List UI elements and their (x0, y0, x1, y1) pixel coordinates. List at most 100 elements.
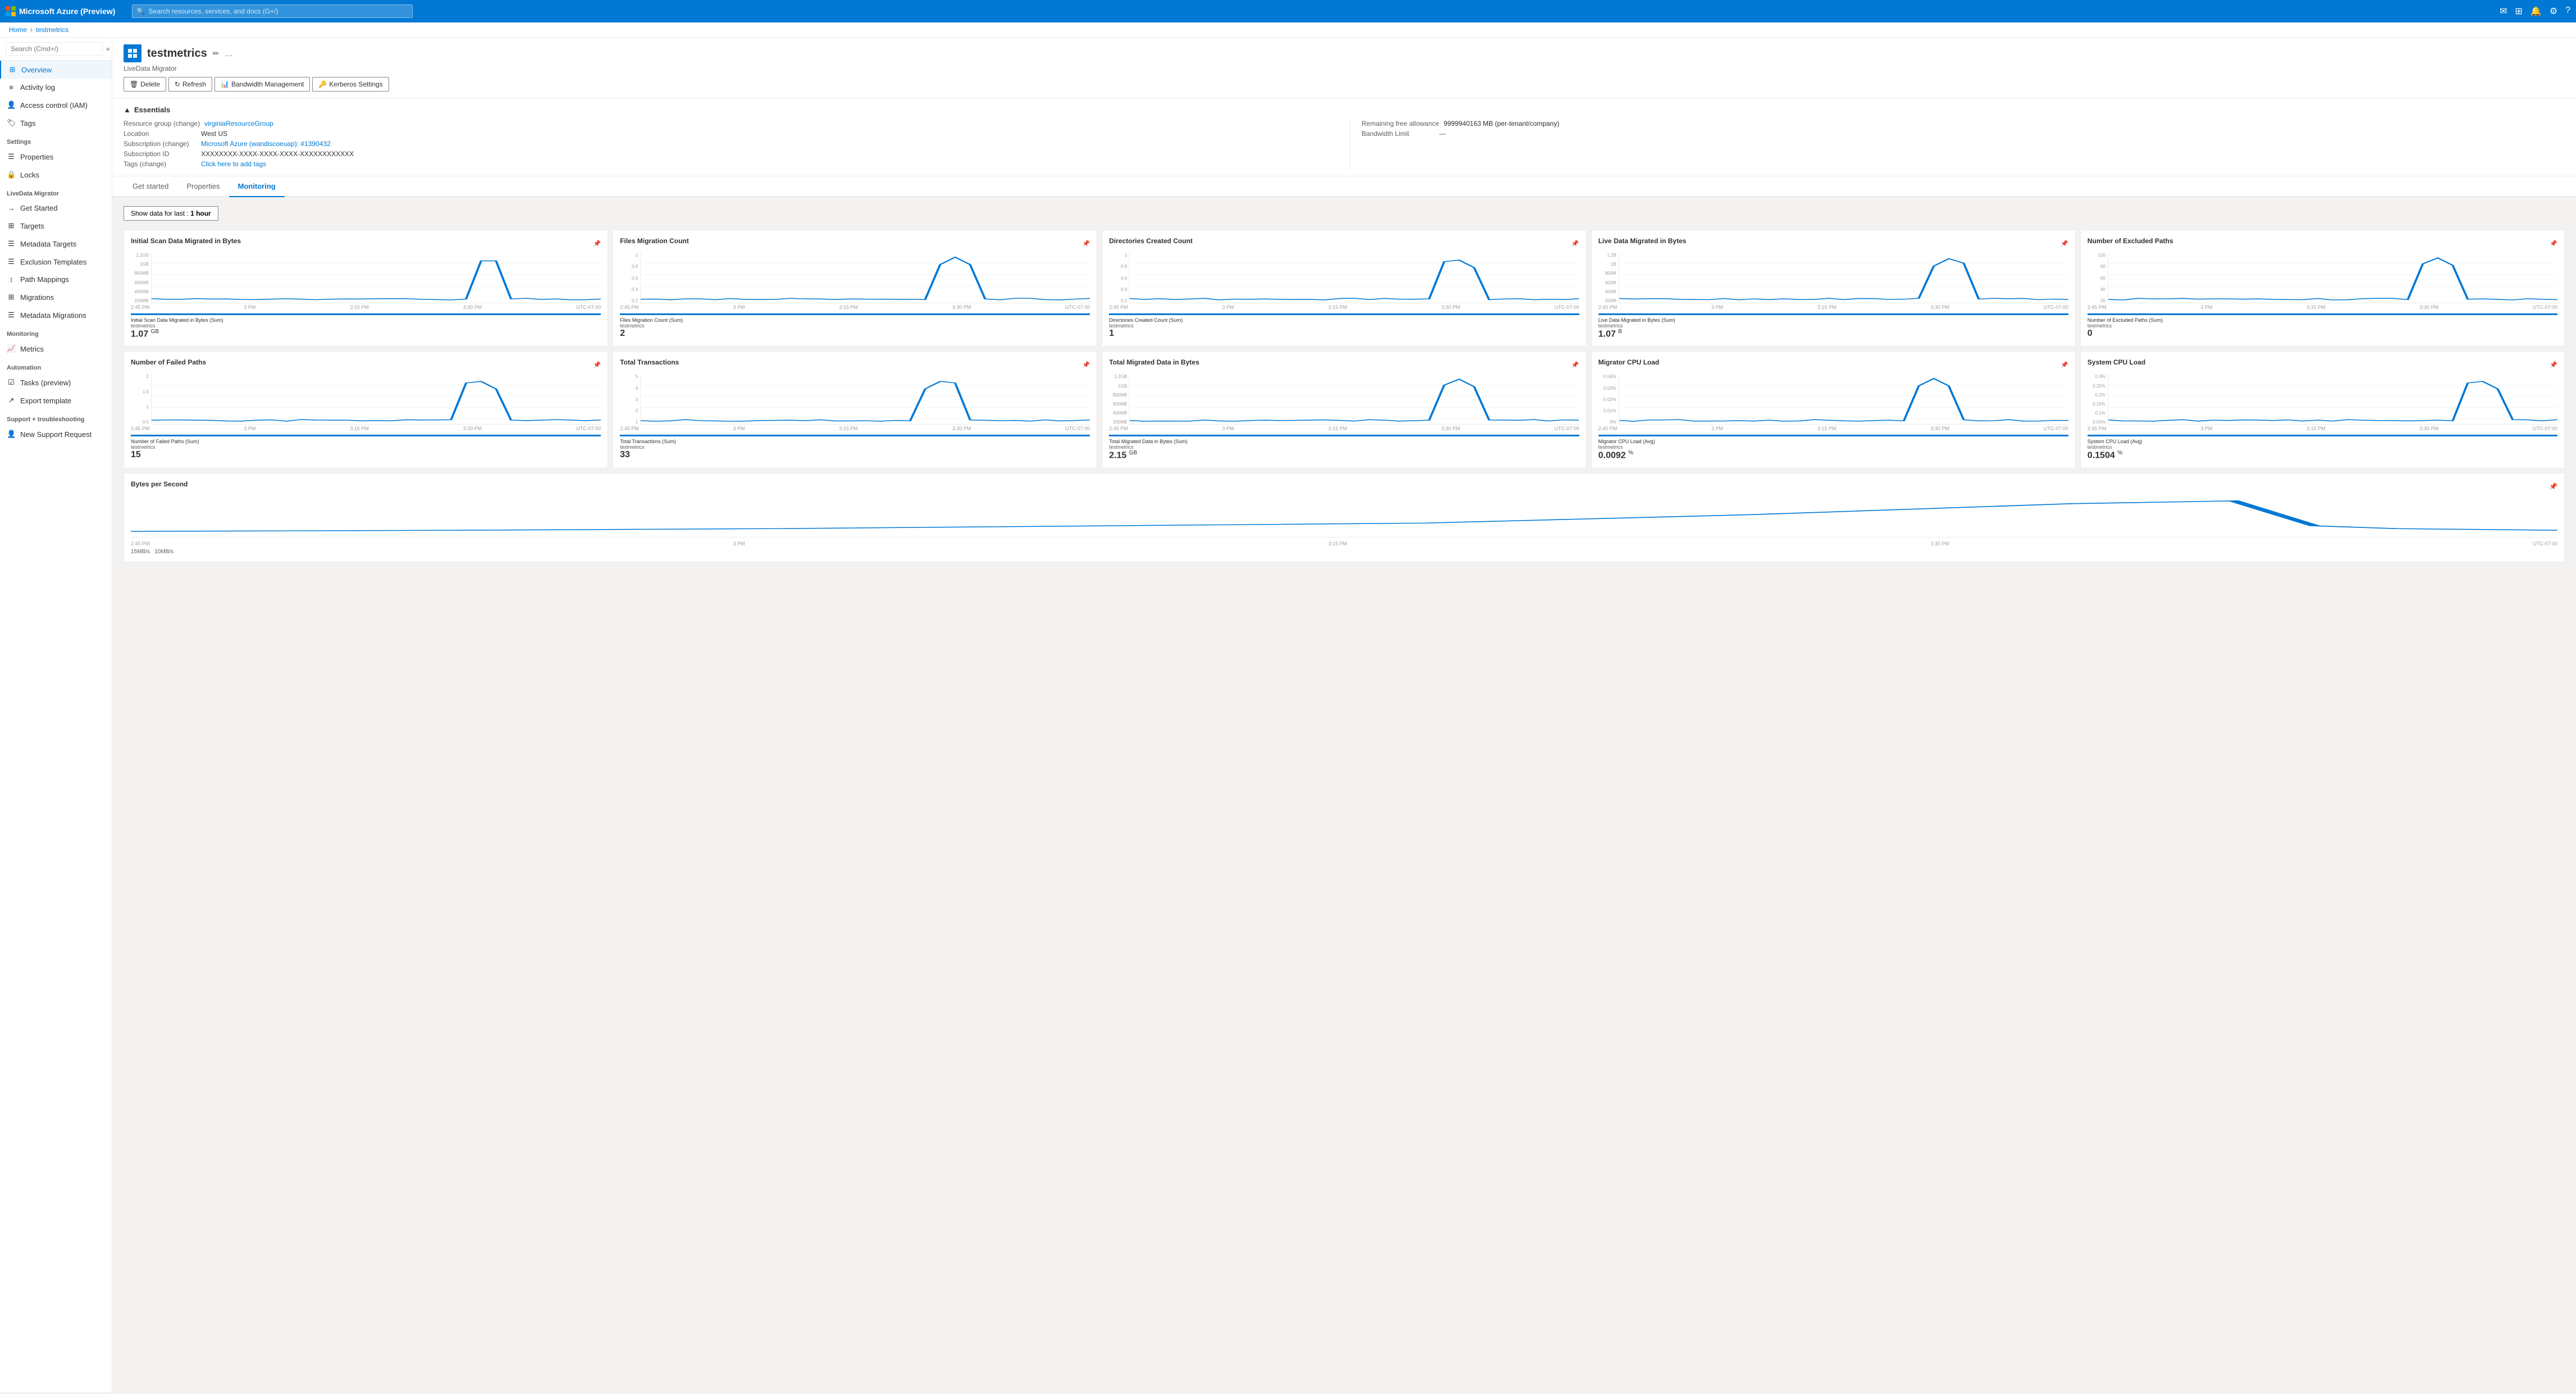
essentials-header[interactable]: ▲ Essentials (124, 106, 2565, 114)
show-data-button[interactable]: Show data for last : 1 hour (124, 206, 218, 221)
chart-wrapper: 1.2B1B800M600M400M200M (1598, 253, 2068, 303)
tags-value[interactable]: Click here to add tags (201, 160, 266, 168)
sidebar-item-overview[interactable]: ⊞ Overview (0, 61, 112, 79)
chart-metric-value: 0.0092 % (1598, 450, 2068, 461)
chart-wrapper: 10.80.60.40.2 (620, 253, 1090, 303)
chart-pin-icon[interactable]: 📌 (1083, 361, 1090, 368)
sidebar-item-access-control[interactable]: 👤 Access control (IAM) (0, 96, 112, 114)
chart-x-labels: 2:45 PM3 PM3:15 PM3:30 PMUTC-07:00 (131, 304, 601, 310)
chart-metric-value: 33 (620, 450, 1090, 460)
chart-pin-icon[interactable]: 📌 (593, 240, 601, 247)
search-input[interactable] (132, 4, 413, 18)
bandwidth-button[interactable]: 📊 Bandwidth Management (214, 77, 310, 92)
sidebar-search-container: « (0, 38, 112, 61)
chart-footer: Migrator CPU Load (Avg)testmetrics0.0092… (1598, 435, 2068, 461)
chart-card: Number of Excluded Paths📌100806040202:45… (2080, 230, 2565, 347)
chart-title: Number of Excluded Paths (2088, 237, 2173, 245)
essentials-left: Resource group (change) virginiaResource… (124, 119, 1339, 169)
directory-icon[interactable]: ⊞ (2515, 6, 2522, 17)
sidebar-search-input[interactable] (6, 42, 103, 56)
tabs-bar: Get started Properties Monitoring (112, 176, 2576, 197)
bps-x-labels: 2:45 PM 3 PM 3:15 PM 3:30 PM UTC-07:00 (131, 541, 2557, 546)
bps-pin-icon[interactable]: 📌 (2549, 482, 2557, 490)
chart-y-labels: 21.510.5 (131, 374, 149, 425)
chart-metric-value: 1 (1109, 329, 1579, 339)
breadcrumb: Home › testmetrics (0, 22, 2576, 38)
chart-pin-icon[interactable]: 📌 (2550, 361, 2557, 368)
sidebar-item-activity-log[interactable]: ≡ Activity log (0, 79, 112, 96)
chart-pin-icon[interactable]: 📌 (2061, 361, 2068, 368)
essentials-remaining-row: Remaining free allowance 9999940163 MB (… (1362, 119, 2565, 129)
help-icon[interactable]: ? (2565, 6, 2570, 17)
tab-monitoring[interactable]: Monitoring (229, 176, 285, 197)
subscription-value[interactable]: Microsoft Azure (wandiscoeuap): #1390432 (201, 140, 331, 148)
sidebar-item-properties[interactable]: ☰ Properties (0, 148, 112, 166)
chart-svg-container (640, 253, 1090, 303)
resource-subtitle: LiveData Migrator (124, 65, 2565, 72)
breadcrumb-home[interactable]: Home (9, 26, 27, 34)
chart-x-labels: 2:45 PM3 PM3:15 PM3:30 PMUTC-07:00 (131, 426, 601, 431)
tasks-icon: ☑ (7, 378, 16, 387)
sidebar-item-tags[interactable]: 🏷 Tags (0, 114, 112, 132)
resource-edit-icon[interactable]: ✏ (213, 49, 220, 58)
sidebar-item-metrics[interactable]: 📈 Metrics (0, 340, 112, 358)
sidebar-item-path-mappings[interactable]: ↕ Path Mappings (0, 271, 112, 288)
chart-pin-icon[interactable]: 📌 (1572, 361, 1579, 368)
chart-y-labels: 10080604020 (2088, 253, 2105, 303)
chart-metric-label: Total Transactions (Sum) (620, 439, 1090, 444)
chart-pin-icon[interactable]: 📌 (1572, 240, 1579, 247)
bell-icon[interactable]: 🔔 (2531, 6, 2542, 17)
essentials-location-row: Location West US (124, 129, 1339, 139)
resource-actions: 🗑 Delete ↻ Refresh 📊 Bandwidth Managemen… (124, 77, 2565, 92)
chart-footer: Live Data Migrated in Bytes (Sum)testmet… (1598, 313, 2068, 339)
resource-group-value[interactable]: virginiaResourceGroup (204, 120, 273, 127)
support-icon: 👤 (7, 430, 16, 439)
chart-metric-label: Number of Failed Paths (Sum) (131, 439, 601, 444)
delete-button[interactable]: 🗑 Delete (124, 77, 166, 92)
tab-properties[interactable]: Properties (177, 176, 229, 197)
sidebar-item-metadata-targets[interactable]: ☰ Metadata Targets (0, 235, 112, 253)
chart-pin-icon[interactable]: 📌 (593, 361, 601, 368)
chart-pin-icon[interactable]: 📌 (1083, 240, 1090, 247)
search-bar[interactable]: 🔍 (132, 4, 413, 18)
kerberos-icon: 🔑 (318, 80, 327, 88)
chart-y-labels: 0.3%0.25%0.2%0.15%0.1%0.05% (2088, 374, 2105, 425)
chart-card: Total Transactions📌543212:45 PM3 PM3:15 … (613, 351, 1097, 468)
bps-chart-title: Bytes per Second (131, 480, 188, 488)
chart-title: Total Transactions (620, 358, 679, 366)
sidebar-item-export-template[interactable]: ↗ Export template (0, 391, 112, 409)
gear-icon[interactable]: ⚙ (2550, 6, 2557, 17)
chart-wrapper: 54321 (620, 374, 1090, 425)
chart-pin-icon[interactable]: 📌 (2061, 240, 2068, 247)
tab-get-started[interactable]: Get started (124, 176, 177, 197)
sidebar-item-tasks[interactable]: ☑ Tasks (preview) (0, 373, 112, 391)
chart-metric-sub: testmetrics (1598, 323, 2068, 329)
sidebar-item-locks[interactable]: 🔒 Locks (0, 166, 112, 184)
sidebar-item-new-support[interactable]: 👤 New Support Request (0, 425, 112, 443)
sidebar-item-metadata-migrations[interactable]: ☰ Metadata Migrations (0, 306, 112, 324)
chart-metric-label: Total Migrated Data in Bytes (Sum) (1109, 439, 1579, 444)
refresh-button[interactable]: ↻ Refresh (168, 77, 212, 92)
locks-icon: 🔒 (7, 170, 16, 179)
chart-metric-label: Directories Created Count (Sum) (1109, 317, 1579, 323)
chart-metric-sub: testmetrics (2088, 444, 2557, 450)
sidebar-item-migrations[interactable]: ⊞ Migrations (0, 288, 112, 306)
chart-metric-sub: testmetrics (1109, 323, 1579, 329)
chart-pin-icon[interactable]: 📌 (2550, 240, 2557, 247)
essentials-tags-row: Tags (change) Click here to add tags (124, 159, 1339, 169)
chart-x-labels: 2:45 PM3 PM3:15 PM3:30 PMUTC-07:00 (2088, 426, 2557, 431)
email-icon[interactable]: ✉ (2500, 6, 2507, 17)
essentials-title: Essentials (134, 106, 170, 114)
chart-wrapper: 0.3%0.25%0.2%0.15%0.1%0.05% (2088, 374, 2557, 425)
sidebar-item-targets[interactable]: ⊞ Targets (0, 217, 112, 235)
resource-more-icon[interactable]: … (225, 49, 232, 58)
sidebar-collapse-icon[interactable]: « (106, 45, 110, 53)
refresh-label: Refresh (182, 80, 206, 88)
kerberos-button[interactable]: 🔑 Kerberos Settings (312, 77, 389, 92)
chart-metric-value: 1.07 B (1598, 329, 2068, 339)
chart-x-labels: 2:45 PM3 PM3:15 PM3:30 PMUTC-07:00 (620, 304, 1090, 310)
sidebar-item-get-started[interactable]: → Get Started (0, 199, 112, 217)
chart-title: Migrator CPU Load (1598, 358, 1660, 366)
sidebar-item-exclusion-templates[interactable]: ☰ Exclusion Templates (0, 253, 112, 271)
chart-title: Initial Scan Data Migrated in Bytes (131, 237, 241, 245)
